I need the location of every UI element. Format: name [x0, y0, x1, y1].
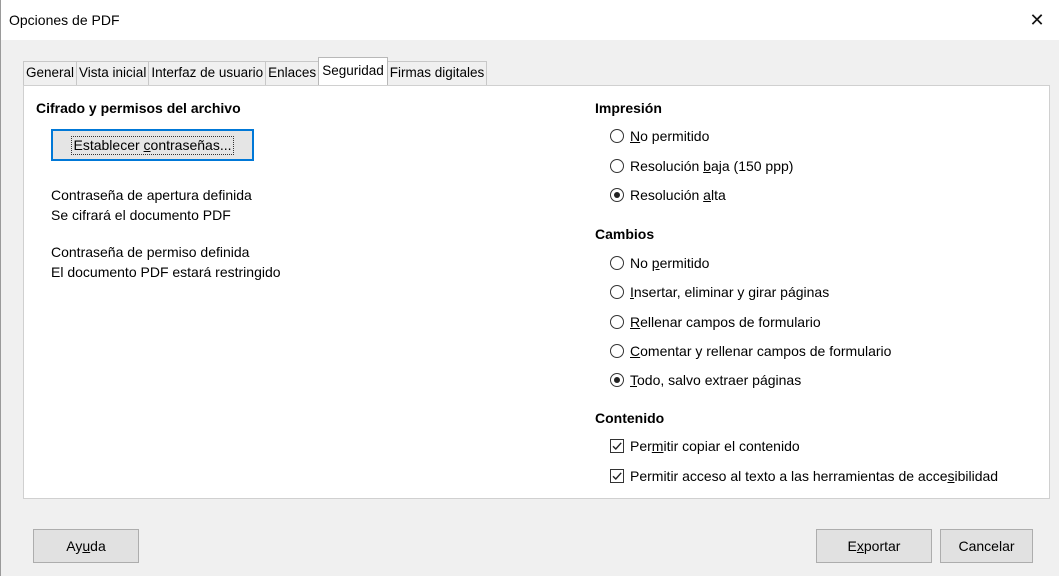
changes-fill-form-fields-radio[interactable]: Rellenar campos de formulario	[610, 314, 821, 330]
checkbox-checked-icon	[610, 439, 624, 453]
changes-insert-delete-rotate-radio[interactable]: Insertar, eliminar y girar páginas	[610, 284, 829, 300]
title-bar: Opciones de PDF ✕	[1, 0, 1059, 40]
option-label: Todo, salvo extraer páginas	[630, 372, 802, 388]
permission-password-note: El documento PDF estará restringido	[51, 264, 281, 280]
close-button[interactable]: ✕	[1014, 0, 1059, 40]
radio-icon	[610, 344, 624, 358]
option-label: Permitir copiar el contenido	[630, 438, 800, 454]
allow-accessibility-text-checkbox[interactable]: Permitir acceso al texto a las herramien…	[610, 468, 998, 484]
security-panel: Cifrado y permisos del archivo Establece…	[23, 85, 1050, 499]
changes-not-permitted-radio[interactable]: No permitido	[610, 255, 709, 271]
pdf-options-dialog: Opciones de PDF ✕ General Vista inicial …	[0, 0, 1059, 576]
radio-selected-icon	[610, 373, 624, 387]
dialog-title: Opciones de PDF	[9, 12, 120, 28]
tab-user-interface[interactable]: Interfaz de usuario	[148, 61, 267, 85]
encryption-heading: Cifrado y permisos del archivo	[36, 100, 241, 116]
set-passwords-button[interactable]: Establecer contraseñas...	[51, 129, 254, 161]
printing-heading: Impresión	[595, 100, 662, 116]
radio-icon	[610, 256, 624, 270]
radio-icon	[610, 315, 624, 329]
checkbox-checked-icon	[610, 469, 624, 483]
help-label: Ayuda	[66, 538, 106, 554]
radio-selected-icon	[610, 188, 624, 202]
option-label: Resolución baja (150 ppp)	[630, 158, 794, 174]
option-label: Rellenar campos de formulario	[630, 314, 821, 330]
allow-copy-content-checkbox[interactable]: Permitir copiar el contenido	[610, 438, 800, 454]
cancel-label: Cancelar	[958, 538, 1015, 554]
changes-heading: Cambios	[595, 226, 655, 242]
radio-icon	[610, 285, 624, 299]
tab-general[interactable]: General	[23, 61, 78, 85]
close-icon: ✕	[1029, 9, 1045, 30]
content-heading: Contenido	[595, 410, 665, 426]
tab-links[interactable]: Enlaces	[265, 61, 320, 85]
printing-high-resolution-radio[interactable]: Resolución alta	[610, 187, 726, 203]
help-button[interactable]: Ayuda	[33, 529, 139, 563]
printing-low-resolution-radio[interactable]: Resolución baja (150 ppp)	[610, 158, 793, 174]
option-label: Comentar y rellenar campos de formulario	[630, 343, 892, 359]
changes-all-except-extract-radio[interactable]: Todo, salvo extraer páginas	[610, 372, 801, 388]
option-label: Resolución alta	[630, 187, 726, 203]
radio-icon	[610, 159, 624, 173]
changes-comment-and-fill-radio[interactable]: Comentar y rellenar campos de formulario	[610, 343, 891, 359]
cancel-button[interactable]: Cancelar	[940, 529, 1033, 563]
option-label: No permitido	[630, 128, 710, 144]
export-button[interactable]: Exportar	[816, 529, 932, 563]
tab-digital-signatures[interactable]: Firmas digitales	[386, 61, 488, 85]
permission-password-status: Contraseña de permiso definida	[51, 244, 250, 260]
option-label: Permitir acceso al texto a las herramien…	[630, 468, 999, 484]
option-label: Insertar, eliminar y girar páginas	[630, 284, 830, 300]
radio-icon	[610, 129, 624, 143]
set-passwords-label: Establecer contraseñas...	[70, 135, 235, 155]
open-password-note: Se cifrará el documento PDF	[51, 207, 231, 223]
printing-not-permitted-radio[interactable]: No permitido	[610, 128, 709, 144]
tab-security[interactable]: Seguridad	[318, 57, 388, 85]
export-label: Exportar	[847, 538, 901, 554]
option-label: No permitido	[630, 255, 710, 271]
open-password-status: Contraseña de apertura definida	[51, 187, 252, 203]
tab-initial-view[interactable]: Vista inicial	[76, 61, 150, 85]
tab-bar: General Vista inicial Interfaz de usuari…	[23, 57, 488, 85]
